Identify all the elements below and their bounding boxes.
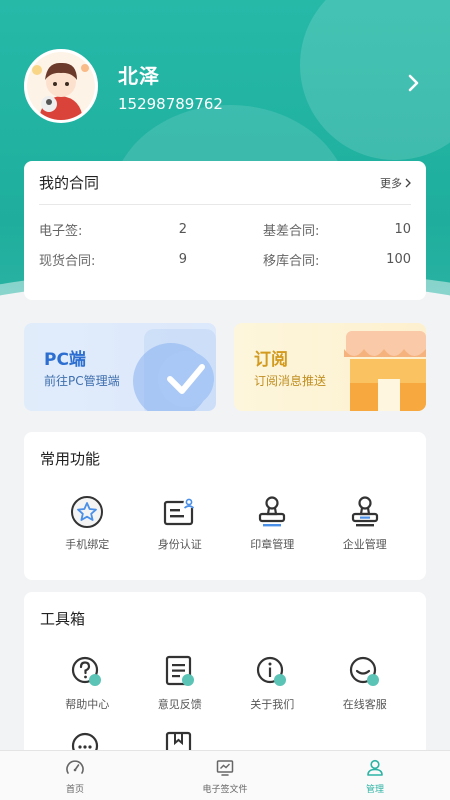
toolbox-card: 工具箱 帮助中心 意见反馈 关于我们 在线客服 <box>24 592 426 772</box>
contracts-card: 我的合同 更多 电子签: 2 基差合同: 10 现货合同: 9 移库合同: 10… <box>24 161 426 300</box>
user-manage-icon <box>367 759 383 776</box>
stat-value: 10 <box>394 221 411 237</box>
help-center-item[interactable]: 帮助中心 <box>41 654 134 712</box>
avatar <box>24 49 98 123</box>
item-label: 企业管理 <box>342 538 387 551</box>
more-link[interactable]: 更多 <box>380 175 411 191</box>
stat-label: 电子签: <box>39 223 83 239</box>
item-label: 在线客服 <box>342 698 387 711</box>
help-icon <box>72 656 102 686</box>
stat-label: 移库合同: <box>263 253 320 269</box>
item-label: 身份认证 <box>157 538 202 551</box>
stat-label: 现货合同: <box>39 253 96 269</box>
common-functions-card: 常用功能 手机绑定 身份认证 印章管理 企业管理 <box>24 432 426 580</box>
subscribe-desc: 订阅消息推送 <box>254 374 327 388</box>
stat-value: 100 <box>386 251 411 267</box>
identity-auth-item[interactable]: 身份认证 <box>134 494 227 552</box>
subscribe-title: 订阅 <box>254 350 288 370</box>
info-icon <box>257 656 287 686</box>
stat-transfer-contract[interactable]: 移库合同: 100 <box>263 249 411 269</box>
seal-management-item[interactable]: 印章管理 <box>226 494 319 552</box>
item-label: 手机绑定 <box>65 538 110 551</box>
about-us-item[interactable]: 关于我们 <box>226 654 319 712</box>
tab-label: 电子签文件 <box>202 785 248 795</box>
stat-label: 基差合同: <box>263 223 320 239</box>
profile-phone: 15298789762 <box>118 94 223 113</box>
tab-esign-files[interactable]: 电子签文件 <box>150 751 300 800</box>
item-label: 帮助中心 <box>65 698 110 711</box>
chevron-right-icon <box>405 178 411 187</box>
enterprise-management-item[interactable]: 企业管理 <box>319 494 412 552</box>
star-badge-icon <box>71 496 104 528</box>
section-title: 常用功能 <box>40 450 101 468</box>
shop-icon <box>344 331 426 411</box>
phone-binding-item[interactable]: 手机绑定 <box>41 494 134 552</box>
stat-spot-contract[interactable]: 现货合同: 9 <box>39 249 187 269</box>
section-title: 工具箱 <box>40 610 86 628</box>
item-label: 关于我们 <box>250 698 295 711</box>
chevron-right-icon[interactable] <box>404 74 422 92</box>
stat-value: 9 <box>178 251 187 267</box>
stamp-icon <box>259 496 286 527</box>
pc-portal-card[interactable]: PC端 前往PC管理端 <box>24 323 216 411</box>
check-shield-icon <box>133 329 216 411</box>
stat-basis-contract[interactable]: 基差合同: 10 <box>263 219 411 239</box>
pc-portal-desc: 前往PC管理端 <box>44 374 120 388</box>
tab-home[interactable]: 首页 <box>0 751 150 800</box>
id-card-icon <box>163 497 195 526</box>
tab-manage[interactable]: 管理 <box>300 751 450 800</box>
dashboard-icon <box>66 760 84 774</box>
profile-name: 北泽 <box>118 63 160 88</box>
feedback-item[interactable]: 意见反馈 <box>134 654 227 712</box>
item-label: 意见反馈 <box>157 698 202 711</box>
tab-label: 管理 <box>365 785 384 795</box>
service-icon <box>349 656 379 686</box>
tab-label: 首页 <box>65 785 84 795</box>
contracts-title: 我的合同 <box>39 174 100 192</box>
pc-portal-title: PC端 <box>44 350 86 370</box>
stat-esign[interactable]: 电子签: 2 <box>39 219 187 239</box>
online-service-item[interactable]: 在线客服 <box>319 654 412 712</box>
subscribe-card[interactable]: 订阅 订阅消息推送 <box>234 323 426 411</box>
item-label: 印章管理 <box>250 538 295 551</box>
profile-header[interactable]: 北泽 15298789762 <box>24 48 426 124</box>
monitor-chart-icon <box>216 760 234 776</box>
enterprise-stamp-icon <box>351 496 378 527</box>
stat-value: 2 <box>178 221 187 237</box>
more-label: 更多 <box>380 176 402 190</box>
feedback-icon <box>165 655 194 686</box>
bottom-tab-bar: 首页 电子签文件 管理 <box>0 750 450 800</box>
